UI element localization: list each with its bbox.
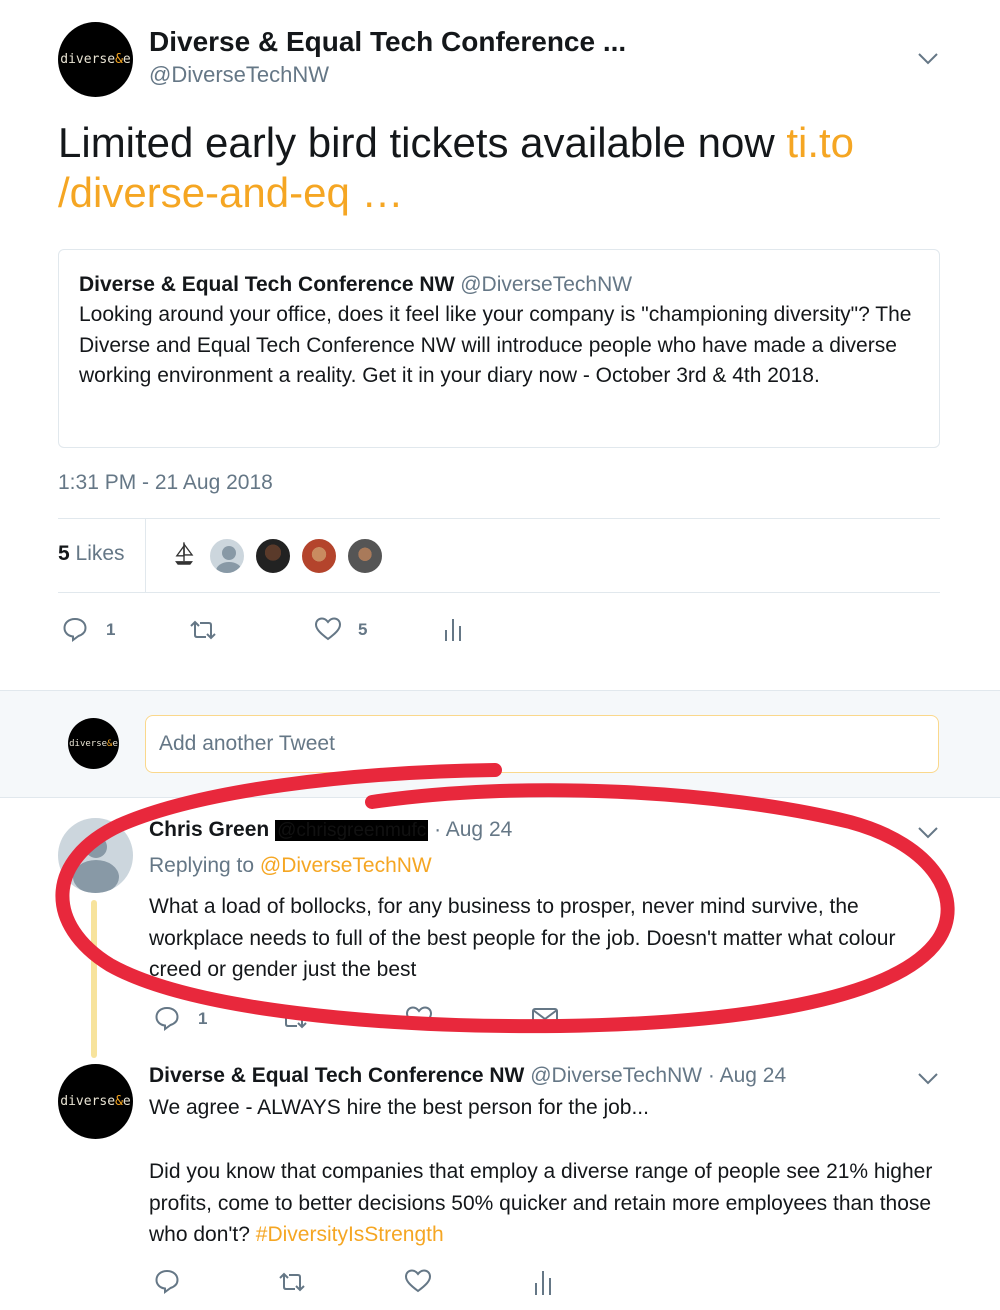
likers-avatars <box>160 535 400 577</box>
red-annotation-circle <box>55 763 955 1034</box>
like-heart-icon[interactable] <box>314 616 342 642</box>
likes-label: Likes <box>75 542 125 565</box>
liker-avatar-default[interactable] <box>208 537 246 575</box>
main-tweet-text: Limited early bird tickets available now… <box>58 118 958 218</box>
divider <box>58 518 940 519</box>
main-tweet-text-body: Limited early bird tickets available now <box>58 119 787 166</box>
reply2-hashtag[interactable]: #DiversityIsStrength <box>256 1223 444 1246</box>
reply2-avatar[interactable]: diverse & e <box>58 1064 133 1139</box>
main-tweet-avatar[interactable]: diverse&e <box>58 22 133 97</box>
quoted-tweet-display-name: Diverse & Equal Tech Conference NW <box>79 273 455 296</box>
reply2-avatar-text: diverse <box>60 1094 116 1109</box>
main-tweet-handle[interactable]: @DiverseTechNW <box>149 62 329 88</box>
reply2-text-line1: We agree - ALWAYS hire the best person f… <box>149 1096 649 1119</box>
reply-icon[interactable] <box>154 1268 180 1294</box>
main-tweet-link-ellipsis[interactable]: … <box>350 169 403 216</box>
reply2-date[interactable]: · Aug 24 <box>708 1064 786 1087</box>
tweet-timestamp[interactable]: 1:31 PM - 21 Aug 2018 <box>58 471 273 495</box>
main-tweet-chevron-down-icon[interactable] <box>917 52 939 66</box>
like-heart-icon[interactable] <box>404 1268 432 1294</box>
retweet-icon[interactable] <box>277 1270 307 1294</box>
analytics-icon[interactable] <box>442 616 464 642</box>
retweet-icon[interactable] <box>188 618 218 642</box>
reply2-display-name[interactable]: Diverse & Equal Tech Conference NW <box>149 1064 524 1087</box>
liker-avatar-user3[interactable] <box>254 537 292 575</box>
avatar-logo-end: e <box>122 52 131 67</box>
main-tweet-link-part1[interactable]: ti.to <box>786 119 854 166</box>
reply-count: 1 <box>106 620 116 639</box>
liker-avatar-ship-icon[interactable] <box>165 535 203 573</box>
liker-avatar-user4[interactable] <box>300 537 338 575</box>
reply2-handle[interactable]: @DiverseTechNW <box>530 1064 702 1087</box>
reply2-actions <box>149 1268 569 1298</box>
quoted-tweet-card[interactable]: Diverse & Equal Tech Conference NW @Dive… <box>58 249 940 448</box>
reply2-text-body: Did you know that companies that employ … <box>149 1156 939 1251</box>
like-count: 5 <box>358 620 368 639</box>
likes-stat[interactable]: 5 Likes <box>58 542 125 566</box>
quoted-tweet-header: Diverse & Equal Tech Conference NW @Dive… <box>79 270 919 300</box>
compose-avatar-text: diverse <box>69 738 108 749</box>
avatar-logo-end: e <box>112 738 118 749</box>
reply2-chevron-down-icon[interactable] <box>917 1072 939 1086</box>
avatar-logo-amp: & <box>115 52 123 67</box>
liker-avatar-user5[interactable] <box>346 537 384 575</box>
avatar-logo-text: diverse&e <box>60 52 131 67</box>
reply-icon[interactable] <box>62 616 88 642</box>
main-tweet-actions: 1 5 <box>58 612 498 646</box>
main-tweet-link-part2[interactable]: /diverse-and-eq <box>58 169 350 216</box>
stats-divider <box>145 518 146 592</box>
divider <box>58 592 940 593</box>
avatar-logo-end: e <box>122 1094 131 1109</box>
analytics-icon[interactable] <box>532 1268 554 1296</box>
reply2-header: Diverse & Equal Tech Conference NW @Dive… <box>149 1062 786 1090</box>
avatar-logo-amp: & <box>115 1094 123 1109</box>
quoted-tweet-text: Looking around your office, does it feel… <box>79 303 912 387</box>
quoted-tweet-handle: @DiverseTechNW <box>460 273 633 296</box>
main-tweet-display-name[interactable]: Diverse & Equal Tech Conference ... <box>149 26 626 58</box>
likes-count: 5 <box>58 542 70 565</box>
